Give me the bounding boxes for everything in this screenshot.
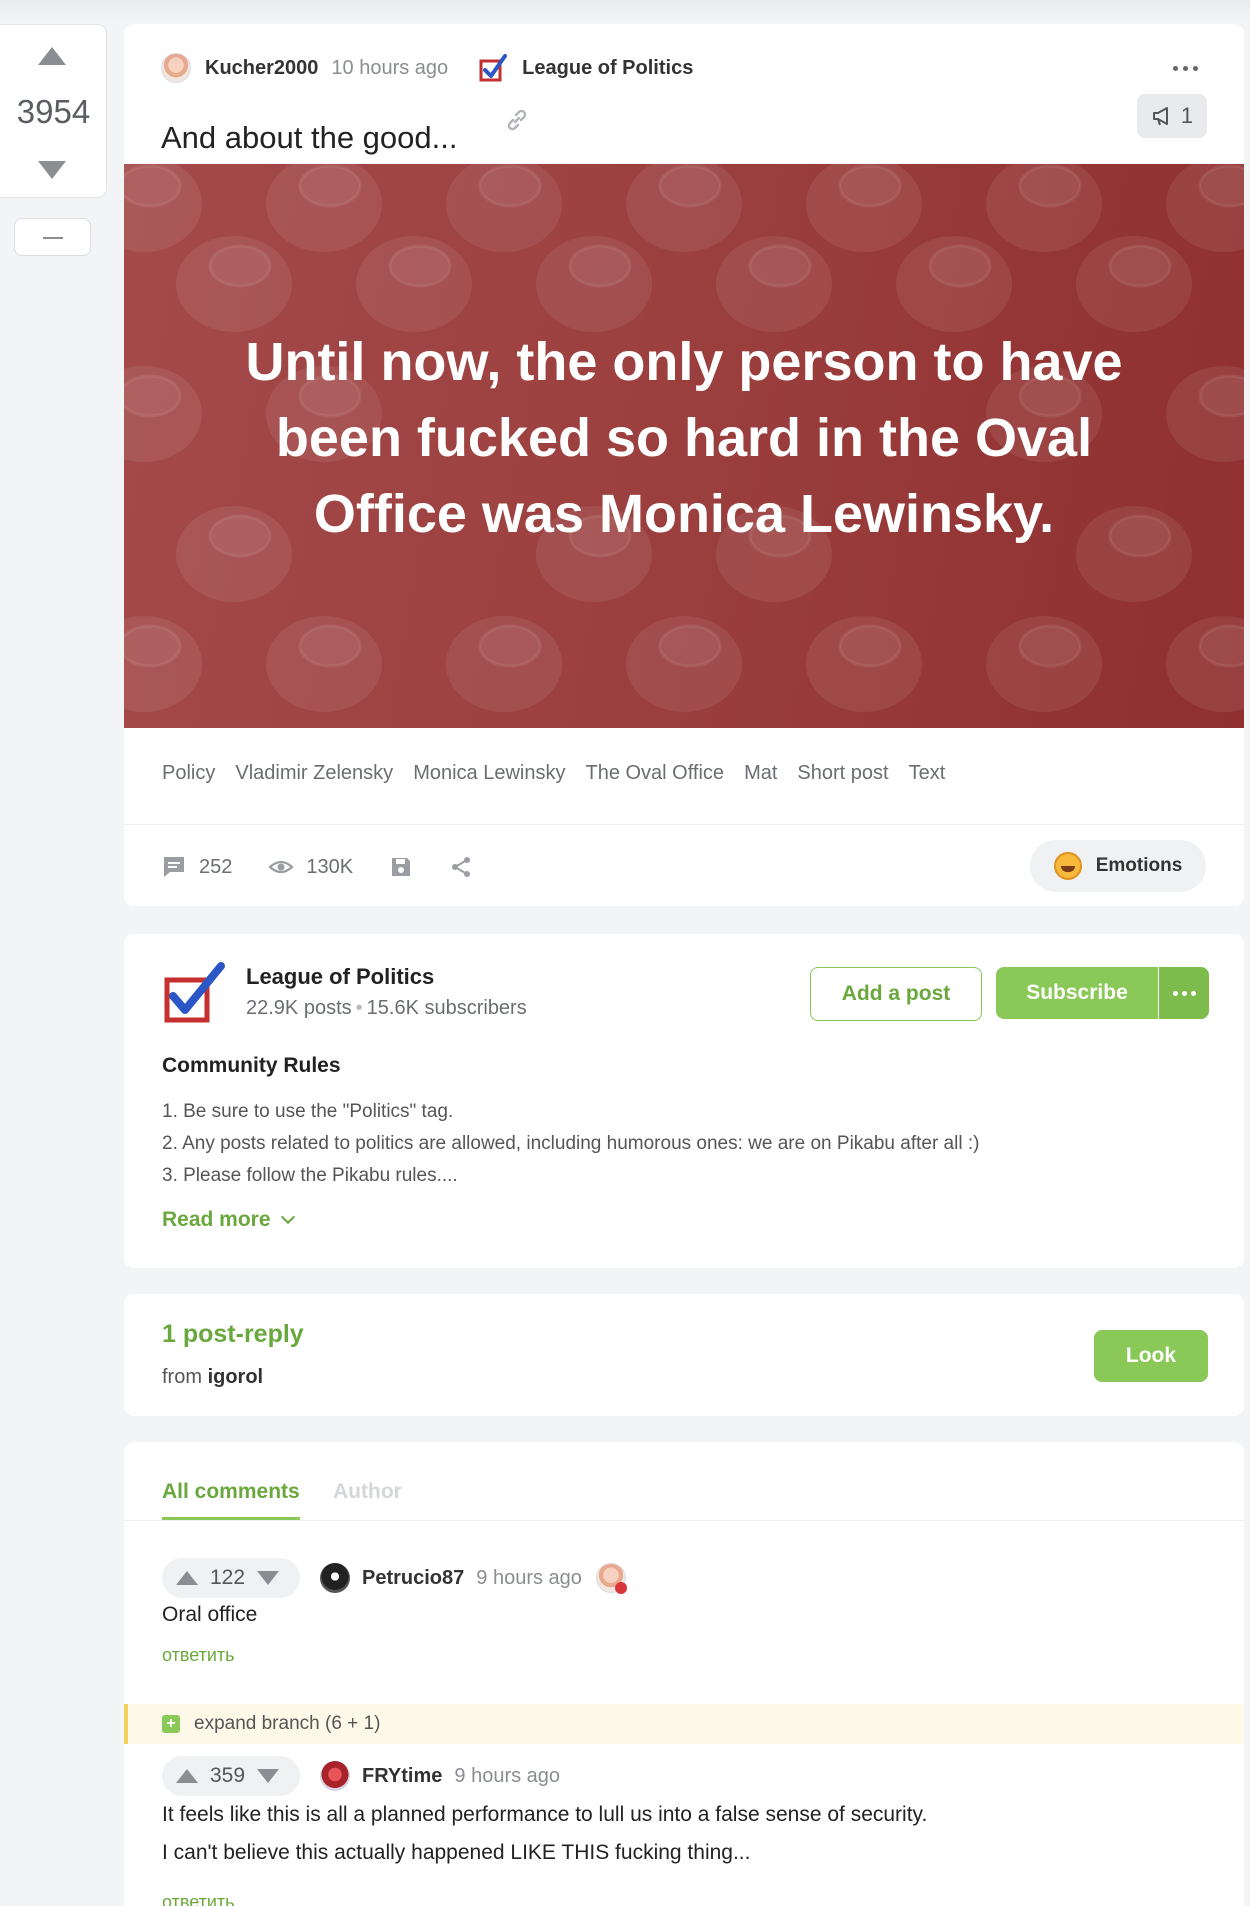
comment-avatar[interactable] (320, 1761, 350, 1791)
post-reply-from: from igorol (162, 1366, 263, 1389)
reply-link[interactable]: ответить (162, 1645, 235, 1666)
read-more-link[interactable]: Read more (162, 1208, 295, 1232)
checkbox-logo-icon[interactable] (478, 53, 508, 83)
comment-upvote-icon[interactable] (176, 1769, 198, 1783)
post-image-banner: Until now, the only person to have been … (124, 164, 1244, 728)
emotions-button[interactable]: Emotions (1030, 840, 1206, 892)
top-shade (0, 0, 1250, 20)
comment-time: 9 hours ago (476, 1566, 582, 1589)
save-icon (392, 858, 411, 876)
comments-button[interactable]: 252 (161, 854, 232, 880)
comment-downvote-icon[interactable] (257, 1769, 280, 1783)
views-count: 130K (306, 855, 354, 878)
comment-line: I can't believe this actually happened L… (162, 1841, 751, 1864)
more-options-icon[interactable] (1173, 66, 1198, 71)
community-name[interactable]: League of Politics (246, 964, 434, 990)
hide-post-button[interactable] (14, 218, 91, 256)
post-reply-card: 1 post-reply from igorol Look (124, 1294, 1244, 1416)
author-avatar[interactable] (161, 53, 191, 83)
promote-count: 1 (1180, 103, 1194, 128)
tag[interactable]: Mat (744, 762, 777, 785)
post-title[interactable]: And about the good... (161, 120, 457, 156)
comment-text: It feels like this is all a planned perf… (162, 1796, 927, 1872)
post-card: Kucher2000 10 hours ago League of Politi… (124, 24, 1244, 906)
post-community[interactable]: League of Politics (522, 57, 693, 80)
minus-icon (43, 237, 63, 239)
community-stats: 22.9K posts • 15.6K subscribers (246, 997, 527, 1019)
comment-line: It feels like this is all a planned perf… (162, 1803, 928, 1826)
views-indicator: 130K (268, 854, 353, 880)
upvote-icon[interactable] (38, 47, 66, 65)
tag[interactable]: Monica Lewinsky (413, 762, 565, 785)
laughing-emoji-icon (1053, 852, 1082, 880)
read-more-label: Read more (162, 1208, 271, 1231)
share-icon (452, 857, 471, 877)
subscribe-button[interactable]: Subscribe (996, 967, 1158, 1019)
rules-list: 1. Be sure to use the "Politics" tag. 2.… (162, 1096, 979, 1192)
comment-vote: 359 (162, 1756, 300, 1796)
comment-rating: 122 (210, 1566, 246, 1589)
post-meta: Kucher2000 10 hours ago League of Politi… (161, 53, 693, 83)
comment-rating: 359 (210, 1764, 246, 1787)
save-button[interactable] (389, 855, 413, 879)
downvote-icon[interactable] (38, 161, 66, 179)
comment-header: FRYtime 9 hours ago (320, 1756, 574, 1796)
plus-icon: + (162, 1715, 180, 1733)
comments-section: All comments Author 122 Petrucio87 9 hou… (124, 1442, 1244, 1906)
rule-item: 3. Please follow the Pikabu rules.... (162, 1165, 458, 1186)
community-card: League of Politics 22.9K posts • 15.6K sub… (124, 934, 1244, 1268)
post-reply-title[interactable]: 1 post-reply (162, 1320, 304, 1349)
post-time: 10 hours ago (331, 56, 449, 79)
tag[interactable]: Short post (797, 762, 888, 785)
from-label: from (162, 1366, 202, 1388)
add-post-button[interactable]: Add a post (810, 967, 982, 1021)
chevron-down-icon (280, 1209, 295, 1225)
eye-icon (268, 860, 295, 874)
rule-item: 2. Any posts related to politics are all… (162, 1133, 980, 1154)
comment-downvote-icon[interactable] (257, 1571, 280, 1585)
comment-vote: 122 (162, 1558, 300, 1598)
community-logo-icon[interactable] (161, 960, 227, 1026)
link-icon[interactable] (502, 105, 532, 135)
expand-branch[interactable]: + expand branch (6 + 1) (124, 1704, 1244, 1744)
tag[interactable]: Text (909, 762, 946, 785)
rule-item: 1. Be sure to use the "Politics" tag. (162, 1101, 454, 1122)
post-rating: 3954 (16, 93, 91, 130)
comment-author[interactable]: Petrucio87 (362, 1567, 464, 1590)
emotions-label: Emotions (1095, 855, 1183, 876)
comments-count: 252 (199, 855, 233, 878)
rules-title: Community Rules (162, 1054, 341, 1077)
comment-text: Oral office (162, 1603, 258, 1626)
comment-icon (164, 857, 184, 877)
comment-author[interactable]: FRYtime (362, 1765, 442, 1788)
comment-upvote-icon[interactable] (176, 1571, 198, 1585)
from-user[interactable]: igorol (208, 1366, 264, 1388)
tab-author[interactable]: Author (333, 1480, 402, 1504)
post-vote-panel: 3954 (0, 24, 107, 198)
comment-avatar[interactable] (320, 1563, 350, 1593)
divider (124, 1520, 1244, 1521)
post-tags: Policy Vladimir Zelensky Monica Lewinsky… (162, 762, 945, 785)
user-badge-icon (595, 1563, 627, 1594)
share-button[interactable] (449, 855, 473, 879)
post-author[interactable]: Kucher2000 (205, 57, 318, 80)
post-actions: 252 130K (161, 854, 509, 880)
banner-text: Until now, the only person to have been … (245, 332, 1123, 544)
divider (124, 824, 1244, 825)
promote-button[interactable]: 1 (1137, 94, 1207, 138)
community-subscribers: 15.6K subscribers (366, 997, 527, 1019)
expand-branch-label: expand branch (6 + 1) (194, 1713, 381, 1734)
comment-time: 9 hours ago (454, 1764, 561, 1787)
community-posts: 22.9K posts (246, 997, 352, 1019)
tag[interactable]: Vladimir Zelensky (235, 762, 393, 785)
look-button[interactable]: Look (1094, 1330, 1208, 1382)
subscribe-more-icon[interactable] (1159, 967, 1209, 1019)
comment-header: Petrucio87 9 hours ago (320, 1558, 627, 1598)
tab-all-comments[interactable]: All comments (162, 1480, 300, 1504)
tag[interactable]: The Oval Office (585, 762, 724, 785)
reply-link[interactable]: ответить (162, 1892, 235, 1906)
megaphone-icon (1152, 107, 1168, 126)
tag[interactable]: Policy (162, 762, 215, 785)
